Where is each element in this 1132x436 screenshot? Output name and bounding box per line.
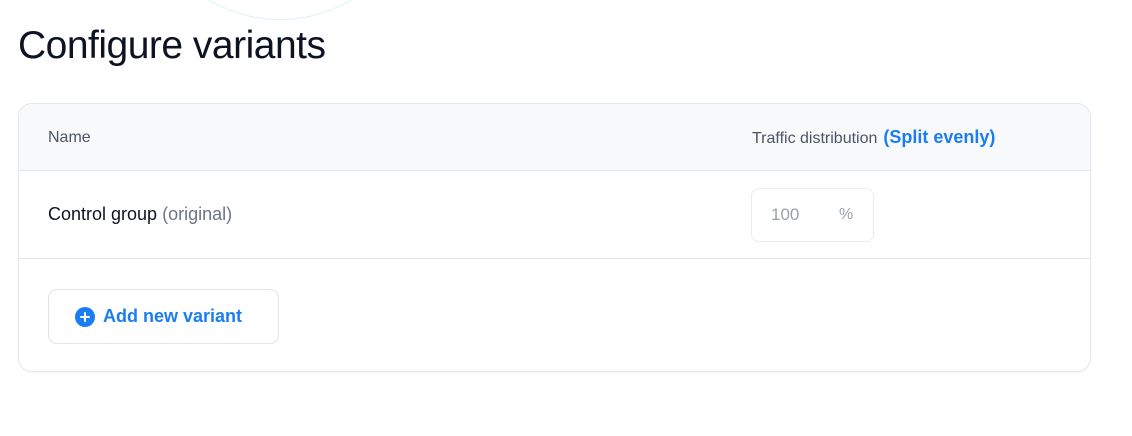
traffic-percentage-field[interactable]: % xyxy=(751,188,874,242)
traffic-percentage-input[interactable] xyxy=(752,189,832,241)
add-variant-row: Add new variant xyxy=(19,259,1090,371)
split-evenly-link[interactable]: (Split evenly) xyxy=(883,127,995,148)
table-row: Control group (original) % xyxy=(19,171,1090,259)
page-title: Configure variants xyxy=(18,24,326,67)
add-new-variant-button[interactable]: Add new variant xyxy=(48,289,279,344)
table-header: Name Traffic distribution (Split evenly) xyxy=(19,104,1090,171)
traffic-distribution-label: Traffic distribution xyxy=(752,130,878,147)
column-header-name: Name xyxy=(48,129,91,146)
add-new-variant-label: Add new variant xyxy=(103,306,243,326)
variant-name-cell: Control group (original) xyxy=(48,204,232,225)
variant-original-tag: (original) xyxy=(162,204,233,224)
page: Configure variants Name Traffic distribu… xyxy=(0,0,1132,436)
plus-circle-icon xyxy=(75,306,95,327)
variant-name: Control group xyxy=(48,204,158,224)
decorative-arc xyxy=(150,0,410,20)
variants-table: Name Traffic distribution (Split evenly)… xyxy=(18,103,1091,372)
percent-unit-label: % xyxy=(839,206,854,223)
column-header-traffic: Traffic distribution (Split evenly) xyxy=(752,127,995,148)
